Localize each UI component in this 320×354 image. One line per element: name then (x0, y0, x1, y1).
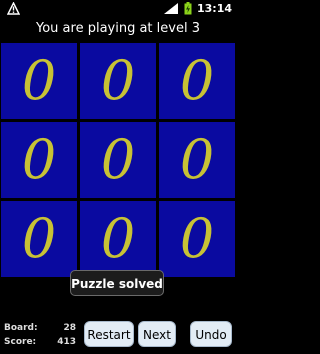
tile-digit: 0 (21, 128, 57, 191)
stats-panel: Board: 28 Score: 413 (4, 321, 76, 349)
score-stat: Score: 413 (4, 335, 76, 349)
tile[interactable]: 0 (80, 122, 156, 198)
next-button[interactable]: Next (138, 321, 176, 347)
clock: 13:14 (196, 2, 232, 15)
board-stat: Board: 28 (4, 321, 76, 335)
tile-digit: 0 (179, 128, 215, 191)
tile-digit: 0 (100, 207, 136, 270)
tile-digit: 0 (179, 207, 215, 270)
tile[interactable]: 0 (1, 201, 77, 277)
tile[interactable]: 0 (80, 201, 156, 277)
board-value: 28 (63, 323, 76, 333)
status-right: 13:14 (163, 1, 232, 16)
battery-icon (184, 2, 192, 15)
puzzle-board: 0 0 0 0 0 0 0 0 0 (0, 42, 236, 279)
page-title: You are playing at level 3 (36, 21, 200, 36)
tile-digit: 0 (21, 207, 57, 270)
score-value: 413 (57, 337, 76, 347)
restart-button[interactable]: Restart (84, 321, 134, 347)
tile-digit: 0 (179, 49, 215, 112)
tile-digit: 0 (100, 49, 136, 112)
score-label: Score: (4, 337, 37, 347)
undo-button[interactable]: Undo (190, 321, 232, 347)
toast-message: Puzzle solved (70, 270, 164, 296)
tile[interactable]: 0 (1, 43, 77, 119)
status-bar: 13:14 (0, 0, 236, 17)
tile[interactable]: 0 (159, 201, 235, 277)
board-label: Board: (4, 323, 38, 333)
tile-digit: 0 (100, 128, 136, 191)
signal-icon (163, 3, 178, 14)
tile[interactable]: 0 (159, 43, 235, 119)
tile[interactable]: 0 (159, 122, 235, 198)
warning-triangle-icon (7, 2, 20, 15)
tile-digit: 0 (21, 49, 57, 112)
tile[interactable]: 0 (80, 43, 156, 119)
tile[interactable]: 0 (1, 122, 77, 198)
